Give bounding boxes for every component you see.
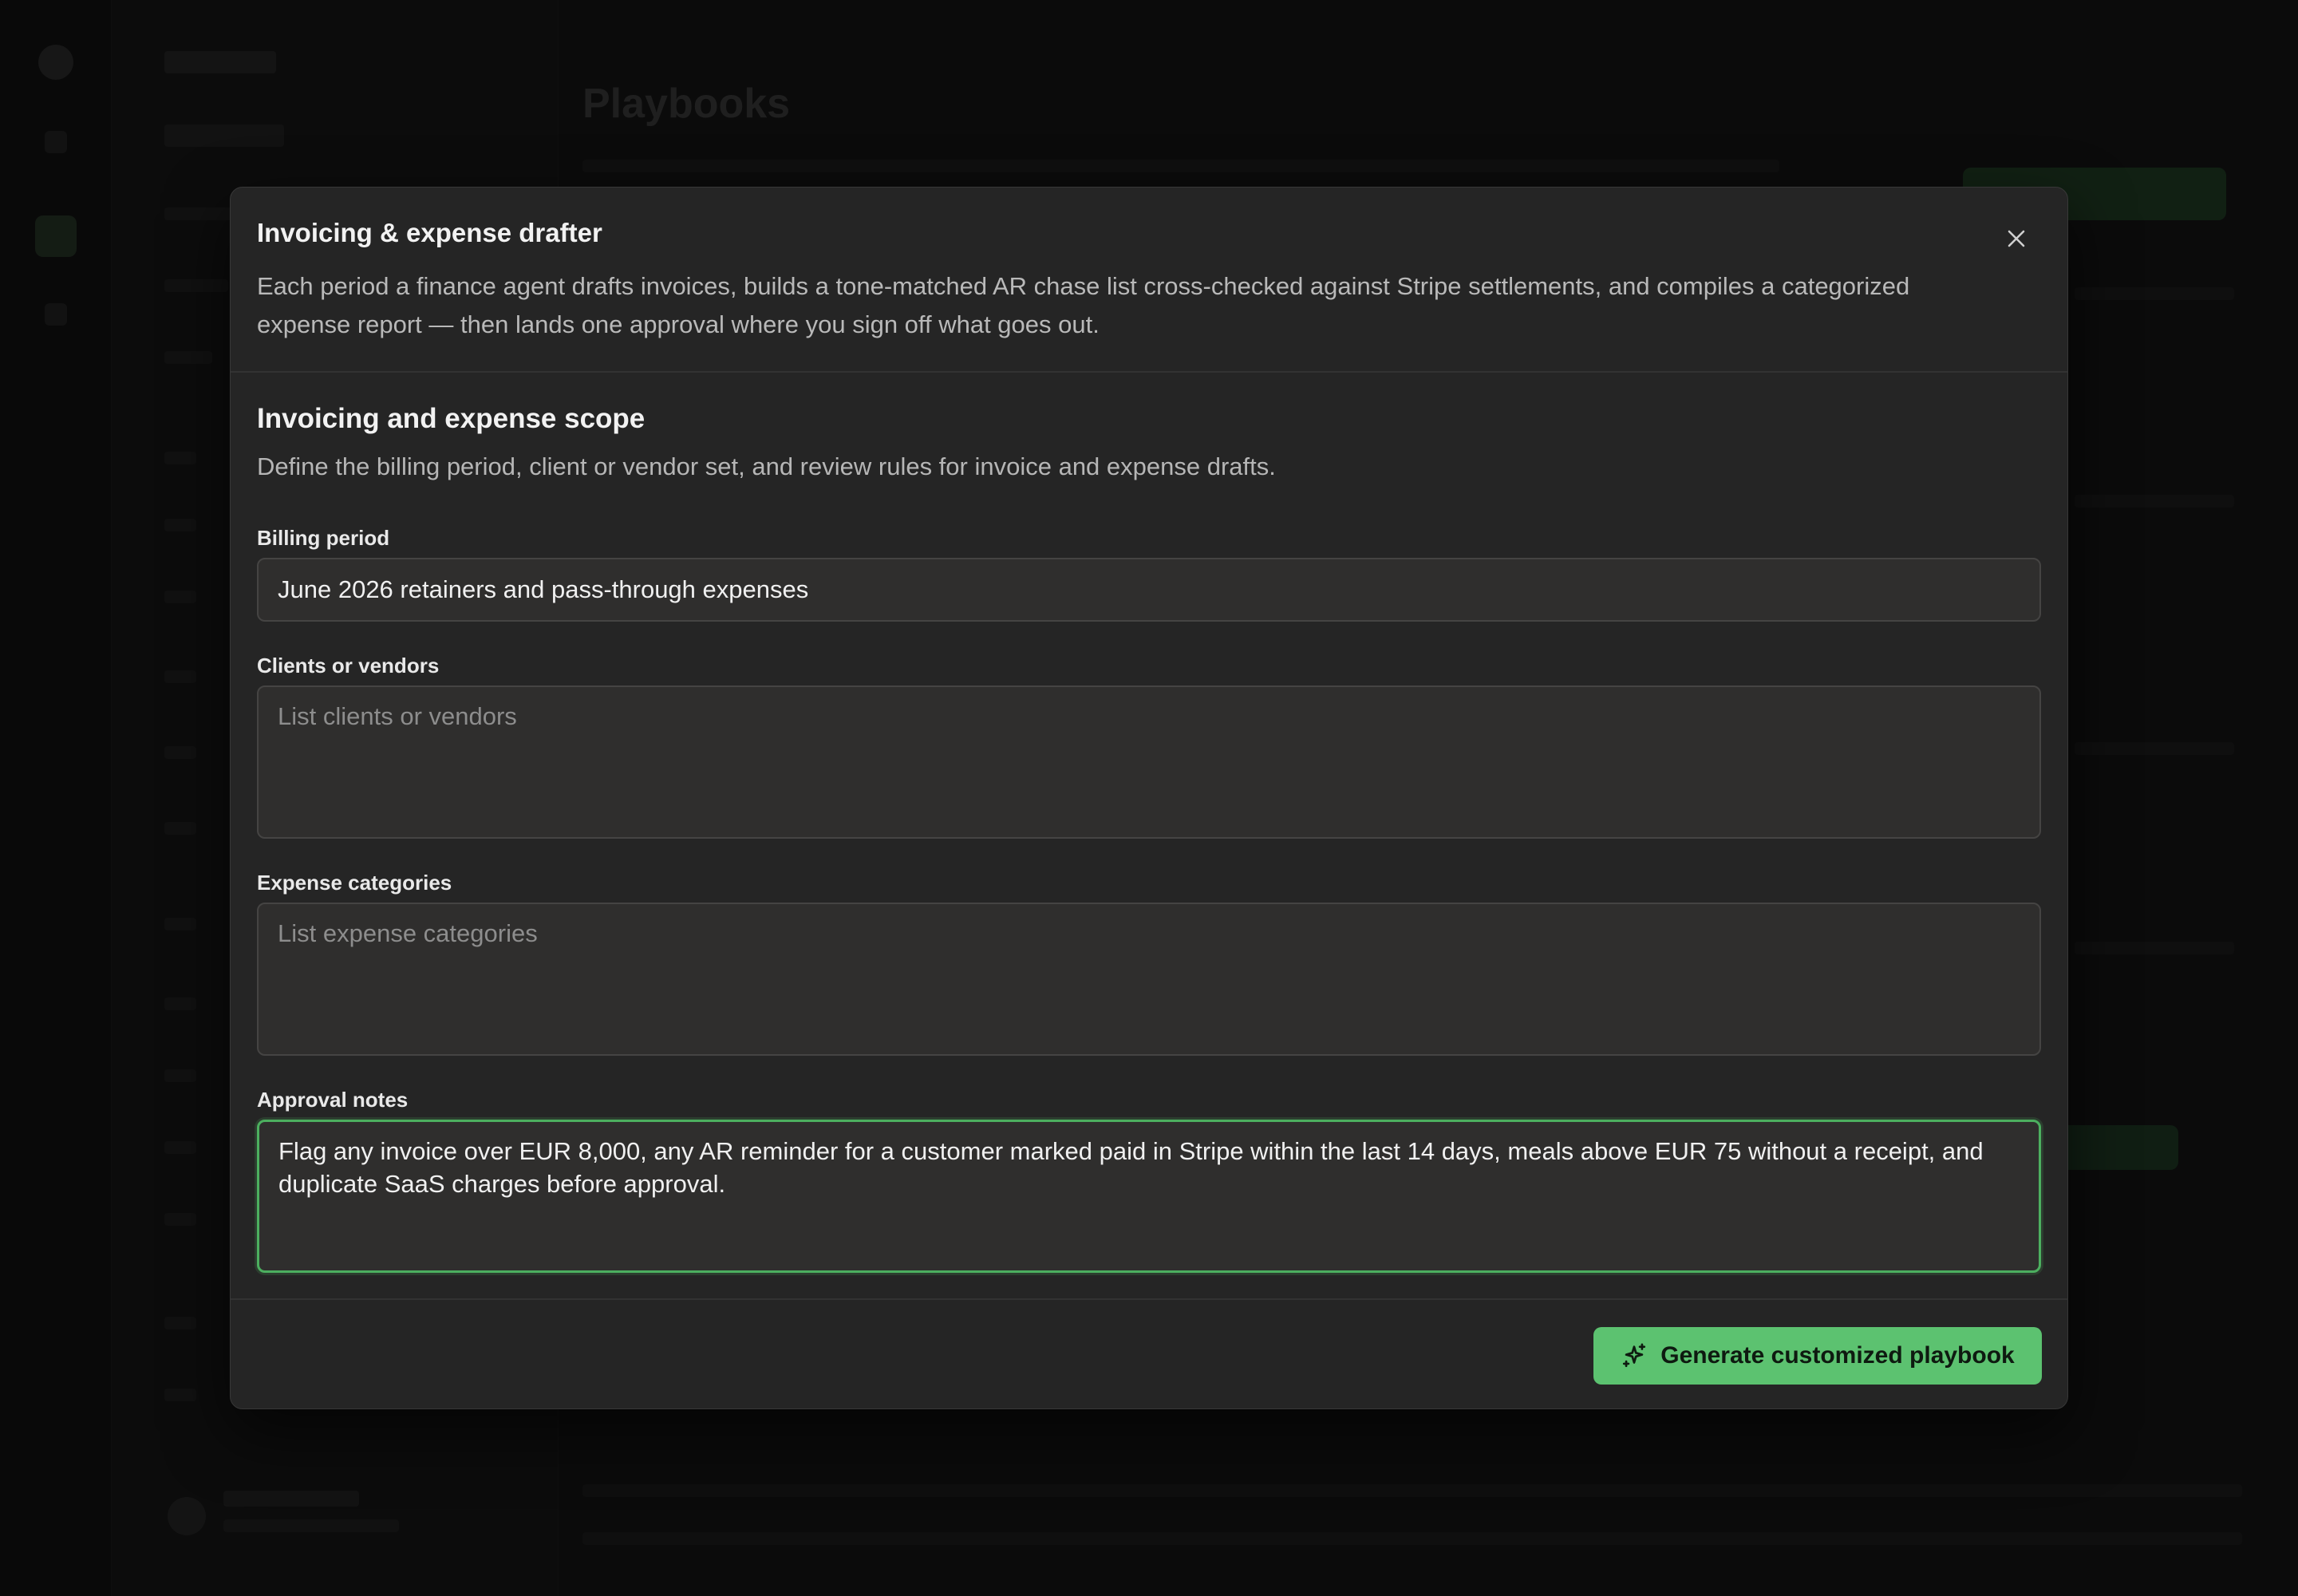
sparkles-icon: [1623, 1343, 1646, 1368]
section-title: Invoicing and expense scope: [257, 403, 646, 434]
generate-playbook-button[interactable]: Generate customized playbook: [1593, 1327, 2042, 1385]
modal-title: Invoicing & expense drafter: [257, 218, 602, 247]
playbook-modal: Invoicing & expense drafter Each period …: [230, 187, 2068, 1409]
approval-notes-label: Approval notes: [257, 1088, 409, 1112]
close-icon: [2008, 230, 2025, 247]
expense-categories-textarea[interactable]: List expense categories: [257, 903, 2041, 1056]
approval-notes-textarea[interactable]: Flag any invoice over EUR 8,000, any AR …: [257, 1120, 2041, 1273]
modal-footer-divider: [231, 1298, 2067, 1300]
close-button[interactable]: [2000, 223, 2032, 255]
clients-vendors-textarea[interactable]: List clients or vendors: [257, 685, 2041, 839]
modal-description: Each period a finance agent drafts invoi…: [257, 272, 1910, 338]
clients-vendors-label: Clients or vendors: [257, 654, 440, 678]
clients-vendors-placeholder: List clients or vendors: [278, 702, 517, 730]
generate-playbook-label: Generate customized playbook: [1660, 1342, 2015, 1369]
billing-period-input[interactable]: June 2026 retainers and pass-through exp…: [257, 558, 2041, 622]
expense-categories-placeholder: List expense categories: [278, 919, 538, 947]
section-description: Define the billing period, client or ven…: [257, 452, 1276, 480]
billing-period-label: Billing period: [257, 526, 390, 550]
modal-header: Invoicing & expense drafter Each period …: [231, 188, 2067, 373]
expense-categories-label: Expense categories: [257, 871, 452, 895]
